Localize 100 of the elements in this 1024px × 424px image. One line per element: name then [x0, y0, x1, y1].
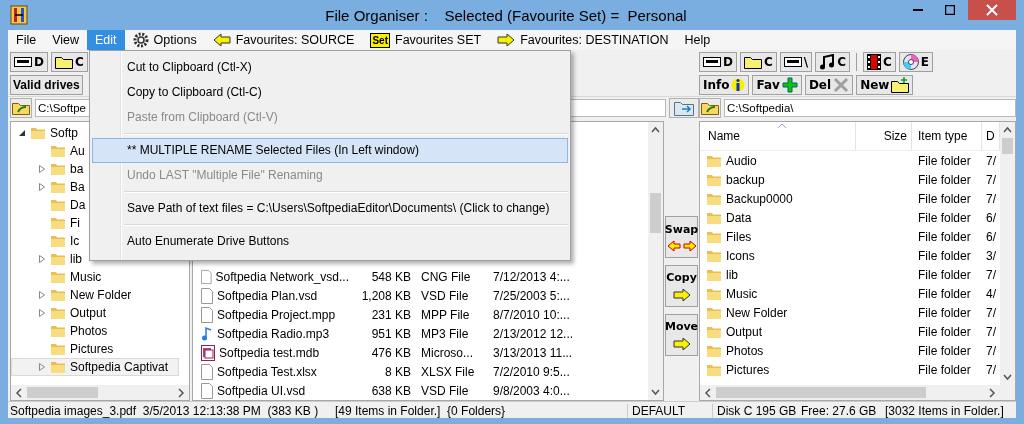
- folder-sync-button[interactable]: [669, 98, 699, 118]
- file-date: 7/2/2010 9:5...: [492, 364, 571, 379]
- horizontal-scrollbar[interactable]: [700, 385, 1000, 400]
- set-icon: Set: [370, 32, 390, 48]
- tree-item[interactable]: ba: [70, 162, 84, 176]
- menu-item[interactable]: Cut to Clipboard (Ctl-X): [92, 55, 568, 80]
- folder-name[interactable]: New Folder: [726, 305, 788, 320]
- file-type: MP3 File: [420, 326, 470, 341]
- menu-item[interactable]: Options: [124, 30, 205, 50]
- folder-name[interactable]: Audio: [726, 153, 757, 168]
- drive-button[interactable]: C: [50, 51, 88, 72]
- menu-item[interactable]: Copy to Clipboard (Ctl-C): [92, 80, 568, 105]
- file-size: 476 KB: [370, 345, 411, 360]
- menu-item[interactable]: Set Favourites SET: [362, 30, 490, 50]
- menu-item[interactable]: Help: [676, 30, 719, 50]
- column-header[interactable]: Name: [700, 122, 856, 150]
- scroll-thumb[interactable]: [1002, 138, 1013, 154]
- tree-item[interactable]: Ic: [70, 234, 80, 248]
- action-button[interactable]: Info: [699, 74, 750, 95]
- vertical-scrollbar[interactable]: [1000, 122, 1015, 400]
- drive-button[interactable]: D: [10, 51, 48, 72]
- folder-date: 4/: [985, 286, 997, 301]
- film-strip-icon: [867, 53, 881, 70]
- menu-item[interactable]: View: [44, 30, 88, 50]
- document-icon: [201, 268, 212, 285]
- file-name[interactable]: Softpedia Plan.vsd: [217, 288, 318, 303]
- scroll-thumb[interactable]: [650, 193, 661, 233]
- folder-name[interactable]: Photos: [726, 343, 764, 358]
- file-type: MPP File: [420, 307, 471, 322]
- file-name[interactable]: Softpedia test.mdb: [219, 345, 320, 360]
- transfer-button[interactable]: Copy: [665, 265, 698, 307]
- folder-name[interactable]: Backup0000: [726, 191, 793, 206]
- action-button[interactable]: Fav: [752, 74, 802, 95]
- folder-name[interactable]: Music: [726, 286, 758, 301]
- file-type: VSD File: [420, 383, 470, 398]
- folder-date: 7/: [985, 362, 997, 377]
- drive-button[interactable]: C: [815, 51, 850, 72]
- file-name[interactable]: Softpedia Radio.mp3: [217, 326, 330, 341]
- column-header[interactable]: Item type: [912, 122, 982, 150]
- folder-name[interactable]: lib: [726, 267, 738, 282]
- file-name[interactable]: Softpedia UI.vsd: [217, 383, 306, 398]
- close-icon: [986, 4, 998, 16]
- folder-type: File folder: [917, 324, 972, 339]
- folder-name[interactable]: Pictures: [726, 362, 770, 377]
- file-name[interactable]: Softpedia Test.xlsx: [217, 364, 317, 379]
- tree-item[interactable]: Au: [70, 144, 85, 158]
- menu-item[interactable]: Save Path of text files = C:\Users\SoftpediaEditor\Documents\ (Click to change): [92, 196, 568, 221]
- folder-up-button[interactable]: [699, 98, 721, 118]
- file-date: 8/7/2010 10:...: [492, 307, 571, 322]
- tree-item[interactable]: Ba: [70, 180, 85, 194]
- file-date: 2/13/2012 12...: [492, 326, 575, 341]
- horizontal-scrollbar[interactable]: [11, 385, 189, 400]
- music-note-icon: [201, 325, 213, 342]
- column-header[interactable]: Size: [856, 122, 912, 150]
- menu-item[interactable]: Favourites: SOURCE: [204, 30, 363, 50]
- folder-date: 7/: [985, 343, 997, 358]
- menu-item[interactable]: File: [8, 30, 45, 50]
- drive-button[interactable]: C: [863, 51, 896, 72]
- file-type: Microso...: [420, 345, 474, 360]
- folder-name[interactable]: Output: [726, 324, 763, 339]
- tree-item[interactable]: Softp: [50, 126, 79, 140]
- tree-item[interactable]: Output: [70, 306, 107, 320]
- file-size: 548 KB: [370, 269, 411, 284]
- tree-item[interactable]: Da: [70, 198, 86, 212]
- tree-item[interactable]: Music: [70, 270, 102, 284]
- tree-item[interactable]: Pictures: [70, 342, 114, 356]
- folder-icon: [50, 287, 66, 303]
- folder-name[interactable]: backup: [726, 172, 765, 187]
- new-folder-icon: [891, 76, 910, 93]
- drive-button[interactable]: \: [779, 51, 813, 72]
- path-field[interactable]: C:\Softpedia\: [724, 99, 1016, 117]
- drive-button[interactable]: D: [699, 51, 737, 72]
- folder-type: File folder: [917, 153, 972, 168]
- status-folder-count: [3032 Items in Folder.]: [885, 404, 1005, 418]
- folder-name[interactable]: Data: [726, 210, 752, 225]
- database-file-icon: [201, 344, 215, 361]
- menu-item[interactable]: ** MULTIPLE RENAME Selected Files (In Left window): [92, 138, 568, 163]
- vertical-scrollbar[interactable]: [648, 122, 663, 400]
- action-button[interactable]: New: [856, 74, 914, 95]
- transfer-button[interactable]: Swap: [665, 216, 698, 258]
- file-name[interactable]: Softpedia Project.mpp: [217, 307, 336, 322]
- file-name[interactable]: Softpedia Network_vsd...: [215, 269, 349, 284]
- menu-item[interactable]: Auto Enumerate Drive Buttons: [92, 229, 568, 254]
- menu-item[interactable]: Favourites: DESTINATION: [489, 30, 677, 50]
- drive-button[interactable]: E: [898, 51, 933, 72]
- close-button[interactable]: [968, 0, 1016, 20]
- folder-name[interactable]: Icons: [726, 248, 755, 263]
- drive-button[interactable]: C: [739, 51, 777, 72]
- tree-item[interactable]: Fi: [70, 216, 80, 230]
- expander-icon[interactable]: [18, 129, 26, 137]
- valid-drives-button[interactable]: Valid drives: [10, 74, 83, 95]
- folder-name[interactable]: Files: [726, 229, 752, 244]
- action-button[interactable]: Del: [804, 74, 854, 95]
- tree-item[interactable]: New Folder: [70, 288, 132, 302]
- folder-up-button[interactable]: [10, 98, 32, 118]
- tree-item[interactable]: Photos: [70, 324, 108, 338]
- document-icon: [201, 287, 213, 304]
- tree-item[interactable]: lib: [70, 252, 82, 266]
- folder-icon: [50, 161, 66, 177]
- transfer-button[interactable]: Move: [665, 314, 698, 356]
